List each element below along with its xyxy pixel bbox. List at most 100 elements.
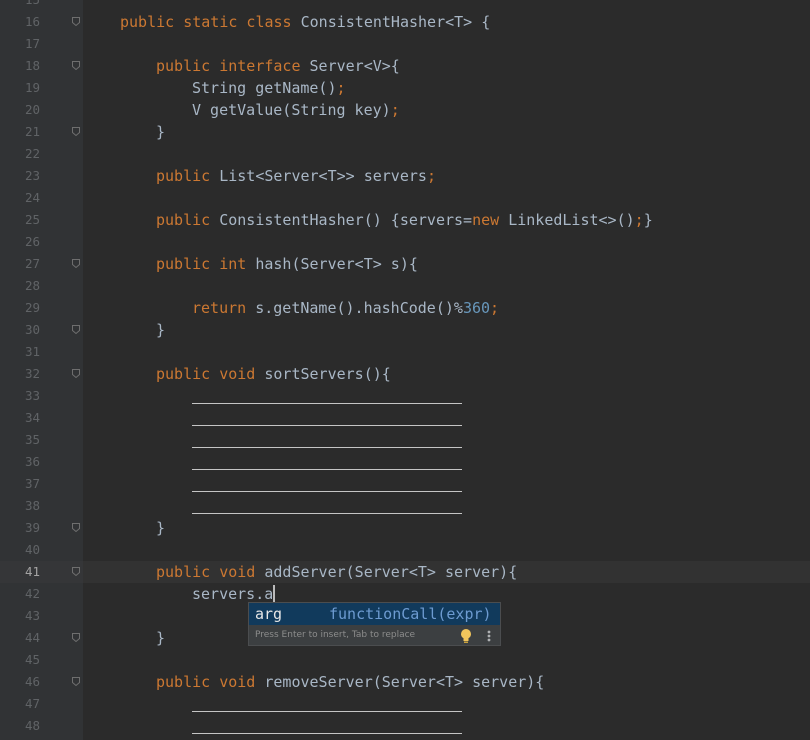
code-line[interactable]: 25 public ConsistentHasher() {servers=new… [0,209,810,231]
line-number: 47 [24,696,40,711]
code-line[interactable]: 33 [0,385,810,407]
code-token: sortServers(){ [264,365,391,383]
code-token: servers.a [192,585,274,603]
code-line[interactable]: 46 public void removeServer(Server<T> ser… [0,671,810,693]
fold-marker-icon[interactable] [72,567,80,576]
line-number: 21 [24,124,40,139]
code-line[interactable]: 16 public static class ConsistentHasher<T… [0,11,810,33]
gutter-cell: 19 [0,77,83,99]
blank-fill-line [192,403,462,404]
line-number: 20 [24,102,40,117]
code-token: public static class [120,13,301,31]
code-line[interactable]: 35 [0,429,810,451]
code-line[interactable]: 34 [0,407,810,429]
code-token: LinkedList<>() [508,211,635,229]
code-line[interactable]: 38 [0,495,810,517]
gutter-cell: 21 [0,121,83,143]
more-vertical-icon[interactable] [483,628,495,644]
code-line[interactable]: 15 [0,0,810,11]
code-line[interactable]: 20 V getValue(String key); [0,99,810,121]
line-number: 46 [24,674,40,689]
code-line[interactable]: 30} [0,319,810,341]
code-line[interactable]: 29 return s.getName().hashCode()%360; [0,297,810,319]
line-number: 43 [24,608,40,623]
fold-marker-icon[interactable] [72,127,80,136]
gutter-cell: 24 [0,187,83,209]
code-line[interactable]: 21} [0,121,810,143]
blank-fill-line [192,491,462,492]
fold-marker-icon[interactable] [72,369,80,378]
line-number: 31 [24,344,40,359]
code-text: public interface Server<V>{ [156,55,400,77]
code-text: public int hash(Server<T> s){ [156,253,418,275]
fold-marker-icon[interactable] [72,17,80,26]
lightbulb-icon[interactable] [459,628,473,644]
gutter-cell: 42 [0,583,83,605]
code-line[interactable]: 23 public List<Server<T>> servers; [0,165,810,187]
code-token: return [192,299,256,317]
line-number: 40 [24,542,40,557]
line-number: 16 [24,14,40,29]
fold-marker-icon[interactable] [72,677,80,686]
line-number: 36 [24,454,40,469]
code-token: List<Server<T>> servers [219,167,427,185]
code-line[interactable]: 48 [0,715,810,737]
gutter-cell: 43 [0,605,83,627]
completion-item[interactable]: arg functionCall(expr) [249,603,500,625]
blank-fill-line [192,513,462,514]
code-token: ; [634,211,644,229]
fold-marker-icon[interactable] [72,325,80,334]
fold-marker-icon[interactable] [72,523,80,532]
blank-fill-line [192,711,462,712]
blank-fill-line [192,425,462,426]
line-number: 23 [24,168,40,183]
code-line[interactable]: 18 public interface Server<V>{ [0,55,810,77]
gutter-cell: 32 [0,363,83,385]
fold-marker-icon[interactable] [72,259,80,268]
code-token: String getName() [192,79,337,97]
code-line[interactable]: 27 public int hash(Server<T> s){ [0,253,810,275]
code-line[interactable]: 39} [0,517,810,539]
code-line[interactable]: 45 [0,649,810,671]
fold-marker-icon[interactable] [72,633,80,642]
code-line[interactable]: 26 [0,231,810,253]
code-line[interactable]: 41 public void addServer(Server<T> server… [0,561,810,583]
code-text: } [156,627,165,649]
code-text: public ConsistentHasher() {servers=new L… [156,209,653,231]
code-line[interactable]: 28 [0,275,810,297]
gutter-cell: 47 [0,693,83,715]
code-line[interactable]: 24 [0,187,810,209]
blank-fill-line [192,733,462,734]
fold-marker-icon[interactable] [72,61,80,70]
gutter-cell: 36 [0,451,83,473]
code-line[interactable]: 37 [0,473,810,495]
completion-item-name: arg [255,605,283,623]
code-line[interactable]: 36 [0,451,810,473]
line-number: 45 [24,652,40,667]
blank-fill-line [192,469,462,470]
gutter-cell: 34 [0,407,83,429]
line-number: 18 [24,58,40,73]
code-line[interactable]: 32 public void sortServers(){ [0,363,810,385]
code-line[interactable]: 22 [0,143,810,165]
gutter-cell: 35 [0,429,83,451]
code-line[interactable]: 19 String getName(); [0,77,810,99]
line-number: 29 [24,300,40,315]
code-token: hash(Server<T> s){ [255,255,418,273]
code-text: } [156,517,165,539]
code-token: public void [156,365,265,383]
code-token: ; [390,101,400,119]
line-number: 30 [24,322,40,337]
code-text: V getValue(String key); [192,99,400,121]
completion-popup[interactable]: arg functionCall(expr) Press Enter to in… [248,602,501,646]
gutter-cell: 37 [0,473,83,495]
code-line[interactable]: 31 [0,341,810,363]
gutter-cell: 27 [0,253,83,275]
gutter-cell: 22 [0,143,83,165]
code-line[interactable]: 40 [0,539,810,561]
code-line[interactable]: 17 [0,33,810,55]
line-number: 25 [24,212,40,227]
code-token: } [156,123,166,141]
code-line[interactable]: 47 [0,693,810,715]
code-token: public [156,167,220,185]
